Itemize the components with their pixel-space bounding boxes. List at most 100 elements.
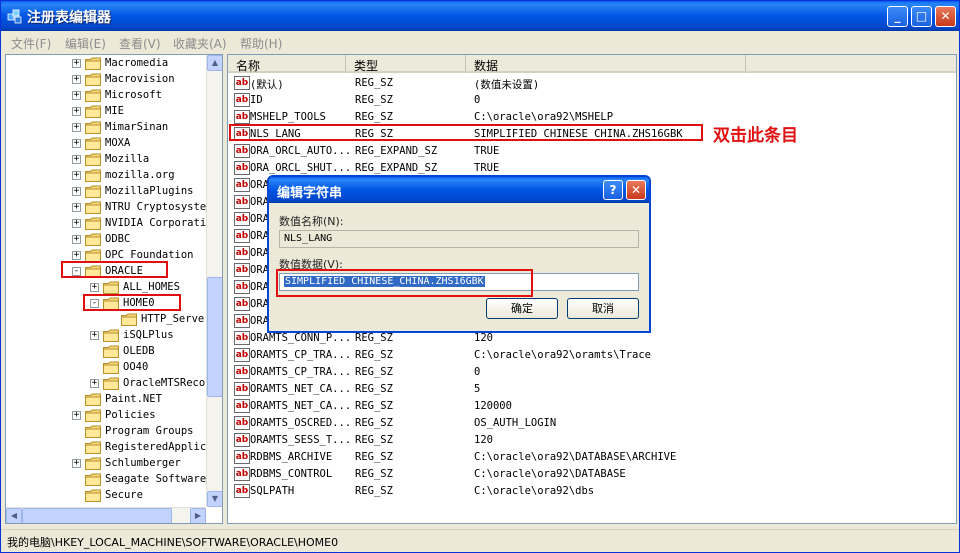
tree-item-label: Secure xyxy=(105,489,143,501)
expand-icon[interactable]: + xyxy=(72,411,81,420)
menu-help[interactable]: 帮助(H) xyxy=(240,35,282,52)
string-value-icon: ab xyxy=(234,348,250,362)
expand-icon[interactable]: + xyxy=(72,219,81,228)
value-row[interactable]: ab SQLPATH REG_SZ C:\oracle\ora92\dbs xyxy=(228,483,948,500)
tree-item-label: NTRU Cryptosyste xyxy=(105,201,207,213)
column-header-type[interactable]: 类型 xyxy=(346,55,466,73)
window-title: 注册表编辑器 xyxy=(27,10,111,26)
value-row[interactable]: ab RDBMS_CONTROL REG_SZ C:\oracle\ora92\DAT… xyxy=(228,466,948,483)
string-value-icon: ab xyxy=(234,195,250,209)
value-row[interactable]: ab ORAMTS_NET_CA... REG_SZ 120000 xyxy=(228,398,948,415)
tree-item-label: Macrovision xyxy=(105,73,175,85)
highlight-box-home0 xyxy=(83,294,181,311)
value-type-cell: REG_SZ xyxy=(355,77,393,89)
expand-icon[interactable]: + xyxy=(72,235,81,244)
folder-icon xyxy=(85,473,101,486)
string-value-icon: ab xyxy=(234,331,250,345)
value-name-cell: ORAMTS_NET_CA... xyxy=(250,400,352,412)
string-value-icon: ab xyxy=(234,314,250,328)
value-type-cell: REG_EXPAND_SZ xyxy=(355,162,438,174)
value-name-cell: ORA_ORCL_SHUT... xyxy=(250,162,352,174)
expand-icon[interactable]: + xyxy=(72,123,81,132)
dialog-close-button[interactable]: ✕ xyxy=(626,180,646,200)
scroll-left-icon[interactable]: ◀ xyxy=(6,508,22,523)
value-row[interactable]: ab ORAMTS_CP_TRA... REG_SZ C:\oracle\ora92\… xyxy=(228,347,948,364)
expand-icon[interactable]: + xyxy=(72,155,81,164)
expand-icon[interactable]: + xyxy=(72,91,81,100)
menu-view[interactable]: 查看(V) xyxy=(119,35,161,52)
folder-icon xyxy=(103,329,119,342)
help-icon[interactable]: ? xyxy=(603,180,623,200)
menu-edit[interactable]: 编辑(E) xyxy=(65,35,106,52)
key-tree[interactable]: + Macromedia + Macrovision + Microsoft + MIE + Mi… xyxy=(5,54,223,524)
value-row[interactable]: ab ORAMTS_SESS_T... REG_SZ 120 xyxy=(228,432,948,449)
value-row[interactable]: ab ORA_ORCL_AUTO... REG_EXPAND_SZ TRUE xyxy=(228,143,948,160)
folder-icon xyxy=(103,377,119,390)
ok-button[interactable]: 确定 xyxy=(486,298,558,319)
maximize-button[interactable]: □ xyxy=(911,6,932,27)
string-value-icon: ab xyxy=(234,416,250,430)
value-data-cell: 5 xyxy=(474,383,481,395)
expand-icon[interactable]: + xyxy=(72,139,81,148)
expand-icon[interactable]: + xyxy=(90,283,99,292)
folder-icon xyxy=(121,313,137,326)
folder-icon xyxy=(85,89,101,102)
folder-icon xyxy=(85,73,101,86)
value-type-cell: REG_SZ xyxy=(355,485,393,497)
value-row[interactable]: ab ID REG_SZ 0 xyxy=(228,92,948,109)
value-type-cell: REG_SZ xyxy=(355,349,393,361)
close-button[interactable]: ✕ xyxy=(935,6,956,27)
scroll-up-icon[interactable]: ▲ xyxy=(207,55,222,71)
column-header-data[interactable]: 数据 xyxy=(466,55,746,73)
value-name-cell: ORAMTS_CONN_P... xyxy=(250,332,352,344)
menu-file[interactable]: 文件(F) xyxy=(11,35,51,52)
minimize-button[interactable]: _ xyxy=(887,6,908,27)
expand-icon[interactable]: + xyxy=(72,203,81,212)
expand-icon[interactable]: + xyxy=(72,187,81,196)
expand-icon[interactable]: + xyxy=(72,75,81,84)
string-value-icon: ab xyxy=(234,144,250,158)
column-header-name[interactable]: 名称 xyxy=(228,55,346,73)
expand-icon[interactable]: + xyxy=(72,171,81,180)
scroll-down-icon[interactable]: ▼ xyxy=(207,491,222,507)
folder-icon xyxy=(85,137,101,150)
value-row[interactable]: ab ORAMTS_NET_CA... REG_SZ 5 xyxy=(228,381,948,398)
menu-bar: 文件(F) 编辑(E) 查看(V) 收藏夹(A) 帮助(H) xyxy=(1,32,959,52)
tree-item-label: Program Groups xyxy=(105,425,194,437)
value-data-cell: 0 xyxy=(474,366,481,378)
tree-horizontal-scrollbar[interactable]: ◀ ▶ xyxy=(6,507,206,523)
cancel-button[interactable]: 取消 xyxy=(567,298,639,319)
folder-icon xyxy=(85,409,101,422)
value-row[interactable]: ab ORAMTS_OSCRED... REG_SZ OS_AUTH_LOGIN xyxy=(228,415,948,432)
tree-item-label: ODBC xyxy=(105,233,131,245)
expand-icon[interactable]: + xyxy=(90,331,99,340)
tree-scroll-thumb[interactable] xyxy=(207,277,222,397)
menu-favorites[interactable]: 收藏夹(A) xyxy=(173,35,227,52)
string-value-icon: ab xyxy=(234,399,250,413)
scroll-right-icon[interactable]: ▶ xyxy=(190,508,206,523)
value-data-cell: OS_AUTH_LOGIN xyxy=(474,417,557,429)
dialog-title-bar[interactable]: 编辑字符串 ? ✕ xyxy=(269,177,649,203)
value-data-cell: (数值未设置) xyxy=(474,79,540,91)
expand-icon[interactable]: + xyxy=(72,251,81,260)
expand-icon[interactable]: + xyxy=(72,59,81,68)
folder-icon xyxy=(85,457,101,470)
expand-icon[interactable]: + xyxy=(72,107,81,116)
value-data-cell: C:\oracle\ora92\dbs xyxy=(474,485,595,497)
string-value-icon: ab xyxy=(234,484,250,498)
string-value-icon: ab xyxy=(234,297,250,311)
tree-item-label: Paint.NET xyxy=(105,393,162,405)
annotation-text: 双击此条目 xyxy=(713,126,798,146)
value-row[interactable]: ab (默认) REG_SZ (数值未设置) xyxy=(228,75,948,92)
title-bar[interactable]: 注册表编辑器 _ □ ✕ xyxy=(1,1,959,31)
tree-hscroll-thumb[interactable] xyxy=(22,508,172,523)
value-type-cell: REG_EXPAND_SZ xyxy=(355,145,438,157)
tree-vertical-scrollbar[interactable]: ▲ ▼ xyxy=(206,55,222,507)
value-row[interactable]: ab ORAMTS_CP_TRA... REG_SZ 0 xyxy=(228,364,948,381)
expand-icon[interactable]: + xyxy=(90,379,99,388)
value-name-cell: ORAMTS_CP_TRA... xyxy=(250,366,352,378)
expand-icon[interactable]: + xyxy=(72,459,81,468)
string-value-icon: ab xyxy=(234,280,250,294)
value-row[interactable]: ab RDBMS_ARCHIVE REG_SZ C:\oracle\ora92\DAT… xyxy=(228,449,948,466)
value-data-cell: C:\oracle\ora92\DATABASE xyxy=(474,468,626,480)
